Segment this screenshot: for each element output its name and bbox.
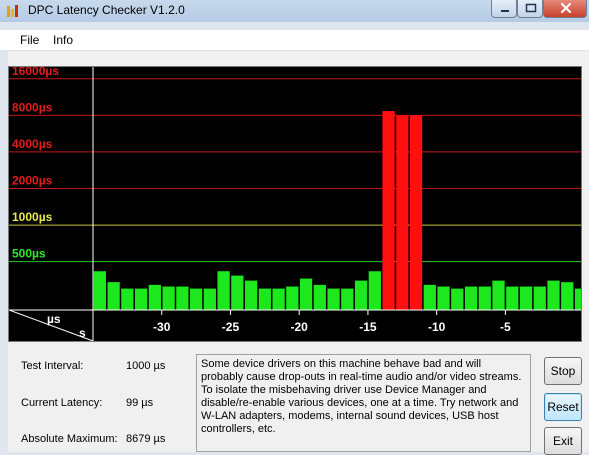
menu-file[interactable]: File [20,33,39,47]
close-button[interactable] [543,0,587,18]
x-tick-label: -20 [291,320,309,334]
y-axis-label: 16000µs [12,67,59,78]
bar [506,286,519,310]
stop-button[interactable]: Stop [544,357,582,385]
x-tick-label: -30 [153,320,171,334]
x-unit-label: s [79,326,86,340]
bar [244,280,258,310]
x-tick-label: -5 [500,320,511,334]
y-axis-label: 4000µs [12,137,53,151]
title-bar: DPC Latency Checker V1.2.0 [0,0,589,22]
bar [464,286,478,310]
y-axis-label: 8000µs [12,100,53,114]
latency-chart: 16000µs 8000µs 4000µs 2000µs 1000µs 500µs -30 -… [8,64,588,342]
menu-info[interactable]: Info [53,33,73,47]
bar [341,288,354,310]
current-latency-label: Current Latency: [21,397,103,409]
bar [423,284,436,310]
bar [272,288,285,310]
bar [258,288,271,310]
app-icon [6,4,20,18]
y-axis-label: 2000µs [12,174,53,188]
bar [409,115,423,310]
driver-message: Some device drivers on this machine beha… [196,354,531,452]
latency-chart-svg: 16000µs 8000µs 4000µs 2000µs 1000µs 500µs -30 -… [8,64,588,342]
bar [203,288,216,310]
bar [299,278,313,310]
bar [134,288,148,310]
bar [382,111,395,310]
reset-button[interactable]: Reset [544,393,582,421]
bar [107,282,120,310]
x-tick-label: -10 [428,320,446,334]
x-tick-label: -25 [222,320,240,334]
bar [286,286,299,310]
exit-button[interactable]: Exit [544,427,582,455]
bar [478,286,491,310]
bar [176,286,189,310]
window-title: DPC Latency Checker V1.2.0 [28,3,185,17]
current-latency-value: 99 µs [126,397,154,409]
minimize-button[interactable] [491,0,517,18]
bar [189,288,203,310]
bar [561,282,574,310]
bar [354,280,368,310]
bar [327,288,340,310]
bar [93,271,106,310]
bar [148,284,161,310]
close-icon [560,2,572,14]
bar [451,288,464,310]
bar [368,271,381,310]
y-unit-label: µs [47,312,61,326]
x-tick-label: -15 [359,320,377,334]
bar [396,115,409,310]
y-axis-label: 1000µs [12,210,53,224]
maximize-button[interactable] [517,0,543,18]
absolute-maximum-value: 8679 µs [126,433,166,445]
bar [162,286,175,310]
menu-bar: File Info [0,30,589,51]
bar [313,284,326,310]
test-interval-value: 1000 µs [126,360,166,372]
bar [574,288,588,310]
maximize-icon [525,3,537,13]
bar [437,286,450,310]
y-axis-label: 500µs [12,247,46,261]
bar [231,275,244,310]
bar [547,280,560,310]
bar [492,280,505,310]
bar [533,286,546,310]
bar [217,271,230,310]
test-interval-label: Test Interval: [21,360,84,372]
bar [121,288,134,310]
minimize-icon [501,10,509,12]
absolute-maximum-label: Absolute Maximum: [21,433,118,445]
bar [519,286,533,310]
